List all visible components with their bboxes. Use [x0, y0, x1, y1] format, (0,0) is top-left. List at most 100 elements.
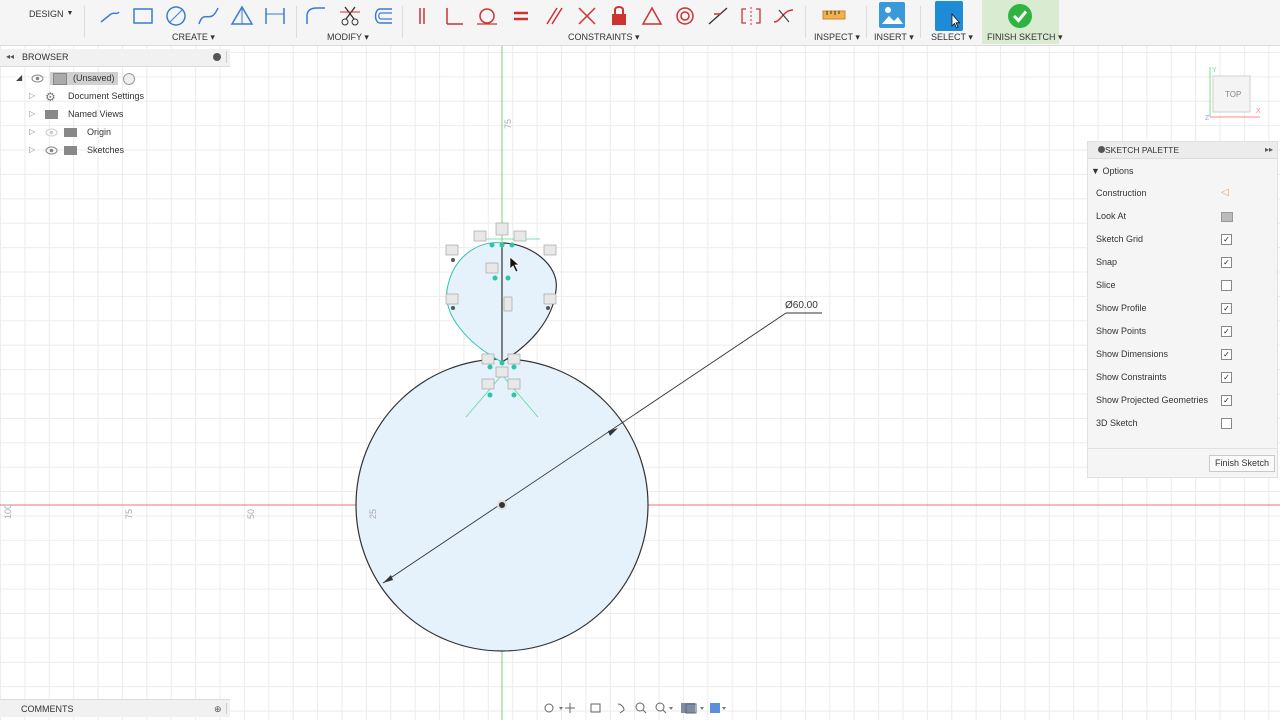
show-projected-geometries-checkbox[interactable]: ✓ — [1221, 395, 1232, 406]
folder-icon — [64, 128, 77, 137]
palette-row-show-projected-geometries[interactable]: Show Projected Geometries ✓ — [1088, 390, 1277, 412]
finish-sketch-menu[interactable]: FINISH SKETCH ▾ — [987, 32, 1063, 43]
fillet-tool-icon[interactable] — [303, 4, 329, 28]
expanded-triangle-icon[interactable]: ◢ — [16, 73, 22, 82]
measure-icon[interactable] — [821, 2, 847, 28]
pin-icon[interactable] — [1098, 146, 1105, 153]
toolbar: DESIGN ▼ CREATE ▾ MODIFY ▾ CONSTRAINTS ▾… — [0, 0, 1280, 46]
tangent-constraint-icon[interactable] — [474, 4, 500, 28]
look-at-icon[interactable] — [1221, 212, 1233, 222]
palette-row-show-dimensions[interactable]: Show Dimensions ✓ — [1088, 344, 1277, 366]
perpendicular-constraint-icon[interactable] — [441, 4, 467, 28]
eye-icon[interactable] — [31, 72, 44, 85]
checkmark-icon[interactable] — [1007, 3, 1033, 29]
equal-constraint-icon[interactable] — [508, 4, 534, 28]
viewcube[interactable]: Y X Z TOP — [1205, 62, 1265, 122]
select-menu[interactable]: SELECT ▾ — [931, 32, 973, 43]
palette-row-3d-sketch[interactable]: 3D Sketch — [1088, 413, 1277, 435]
panel-resize-handle[interactable] — [226, 51, 227, 63]
constraints-menu[interactable]: CONSTRAINTS ▾ — [568, 32, 640, 43]
panel-resize-handle[interactable] — [226, 703, 227, 714]
spline-tool-icon[interactable] — [196, 4, 222, 28]
show-dimensions-checkbox[interactable]: ✓ — [1221, 349, 1232, 360]
select-icon[interactable] — [935, 1, 963, 31]
palette-row-construction[interactable]: Construction ◁ — [1088, 183, 1277, 205]
origin-point[interactable] — [497, 500, 507, 510]
svg-text:Z: Z — [1205, 115, 1210, 122]
activate-radio-icon[interactable] — [123, 73, 135, 85]
modify-label: MODIFY — [327, 32, 362, 42]
offset-tool-icon[interactable] — [370, 4, 396, 28]
concentric-constraint-icon[interactable] — [672, 4, 698, 28]
collinear-constraint-icon[interactable] — [574, 4, 600, 28]
pin-icon[interactable] — [213, 53, 221, 61]
curvature-constraint-icon[interactable] — [771, 4, 797, 28]
palette-row-show-constraints[interactable]: Show Constraints ✓ — [1088, 367, 1277, 389]
trim-tool-icon[interactable] — [337, 4, 363, 28]
palette-row-show-points[interactable]: Show Points ✓ — [1088, 321, 1277, 343]
palette-row-slice[interactable]: Slice — [1088, 275, 1277, 297]
browser-item-sketches[interactable]: ▷ Sketches — [0, 142, 230, 160]
insert-image-icon[interactable] — [879, 2, 905, 28]
parallel-constraint-icon[interactable] — [541, 4, 567, 28]
fix-constraint-icon[interactable] — [606, 4, 632, 28]
sketch-grid-checkbox[interactable]: ✓ — [1221, 234, 1232, 245]
browser-item-unsaved[interactable]: ◢ (Unsaved) — [0, 70, 230, 88]
fit-icon[interactable] — [652, 700, 676, 716]
show-constraints-checkbox[interactable]: ✓ — [1221, 372, 1232, 383]
horizontal-vertical-constraint-icon[interactable] — [705, 4, 731, 28]
hand-icon[interactable] — [612, 700, 628, 716]
options-section-toggle[interactable]: ▼ Options — [1091, 166, 1133, 176]
collapse-arrows-icon[interactable]: ◂◂ — [6, 52, 14, 61]
browser-item-named-views[interactable]: ▷ Named Views — [0, 106, 230, 124]
palette-row-show-profile[interactable]: Show Profile ✓ — [1088, 298, 1277, 320]
expand-arrows-icon[interactable]: ▸▸ — [1265, 145, 1273, 154]
inspect-menu[interactable]: INSPECT ▾ — [814, 32, 860, 43]
palette-row-look-at[interactable]: Look At — [1088, 206, 1277, 228]
folder-icon — [64, 146, 77, 155]
palette-row-snap[interactable]: Snap ✓ — [1088, 252, 1277, 274]
browser-item-origin[interactable]: ▷ Origin — [0, 124, 230, 142]
pan-icon[interactable] — [564, 700, 580, 716]
circle-tool-icon[interactable] — [163, 4, 189, 28]
zoom-icon[interactable] — [632, 700, 648, 716]
diameter-dimension-text[interactable]: Ø60.00 — [785, 300, 818, 311]
eye-icon[interactable] — [45, 144, 58, 157]
construction-icon[interactable]: ◁ — [1221, 187, 1229, 198]
display-settings-icon[interactable] — [680, 700, 704, 716]
workspace-switcher[interactable]: DESIGN ▼ — [0, 0, 84, 45]
polygon-tool-icon[interactable] — [229, 4, 255, 28]
show-profile-checkbox[interactable]: ✓ — [1221, 303, 1232, 314]
look-at-nav-icon[interactable] — [588, 700, 604, 716]
3d-sketch-checkbox[interactable] — [1221, 418, 1232, 429]
symmetry-constraint-icon[interactable] — [738, 4, 764, 28]
expand-triangle-icon[interactable]: ▷ — [29, 145, 35, 154]
midpoint-constraint-icon[interactable] — [639, 4, 665, 28]
add-comment-icon[interactable]: ⊕ — [214, 704, 222, 715]
grid-settings-icon[interactable] — [706, 700, 730, 716]
show-points-checkbox[interactable]: ✓ — [1221, 326, 1232, 337]
palette-row-sketch-grid[interactable]: Sketch Grid ✓ — [1088, 229, 1277, 251]
create-menu[interactable]: CREATE ▾ — [172, 32, 215, 43]
insert-menu[interactable]: INSERT ▾ — [874, 32, 914, 43]
axis-label-h100: 100 — [3, 503, 13, 519]
chevron-down-icon: ▼ — [66, 10, 74, 17]
navigation-bar — [540, 700, 735, 716]
finish-sketch-button[interactable]: Finish Sketch — [1209, 455, 1275, 472]
browser-item-document-settings[interactable]: ▷ ⚙ Document Settings — [0, 88, 230, 106]
expand-triangle-icon[interactable]: ▷ — [29, 109, 35, 118]
eye-hidden-icon[interactable] — [45, 126, 58, 139]
comments-panel[interactable]: COMMENTS ⊕ — [0, 699, 230, 717]
svg-text:Y: Y — [1212, 67, 1217, 74]
orbit-icon[interactable] — [540, 700, 560, 716]
modify-menu[interactable]: MODIFY ▾ — [327, 32, 369, 43]
expand-triangle-icon[interactable]: ▷ — [29, 91, 35, 100]
coincident-constraint-icon[interactable] — [409, 4, 435, 28]
dimension-tool-icon[interactable] — [262, 4, 288, 28]
snap-checkbox[interactable]: ✓ — [1221, 257, 1232, 268]
slice-checkbox[interactable] — [1221, 280, 1232, 291]
rectangle-tool-icon[interactable] — [130, 4, 156, 28]
expand-triangle-icon[interactable]: ▷ — [29, 127, 35, 136]
viewcube-top-label[interactable]: TOP — [1225, 90, 1241, 99]
line-tool-icon[interactable] — [97, 4, 123, 28]
